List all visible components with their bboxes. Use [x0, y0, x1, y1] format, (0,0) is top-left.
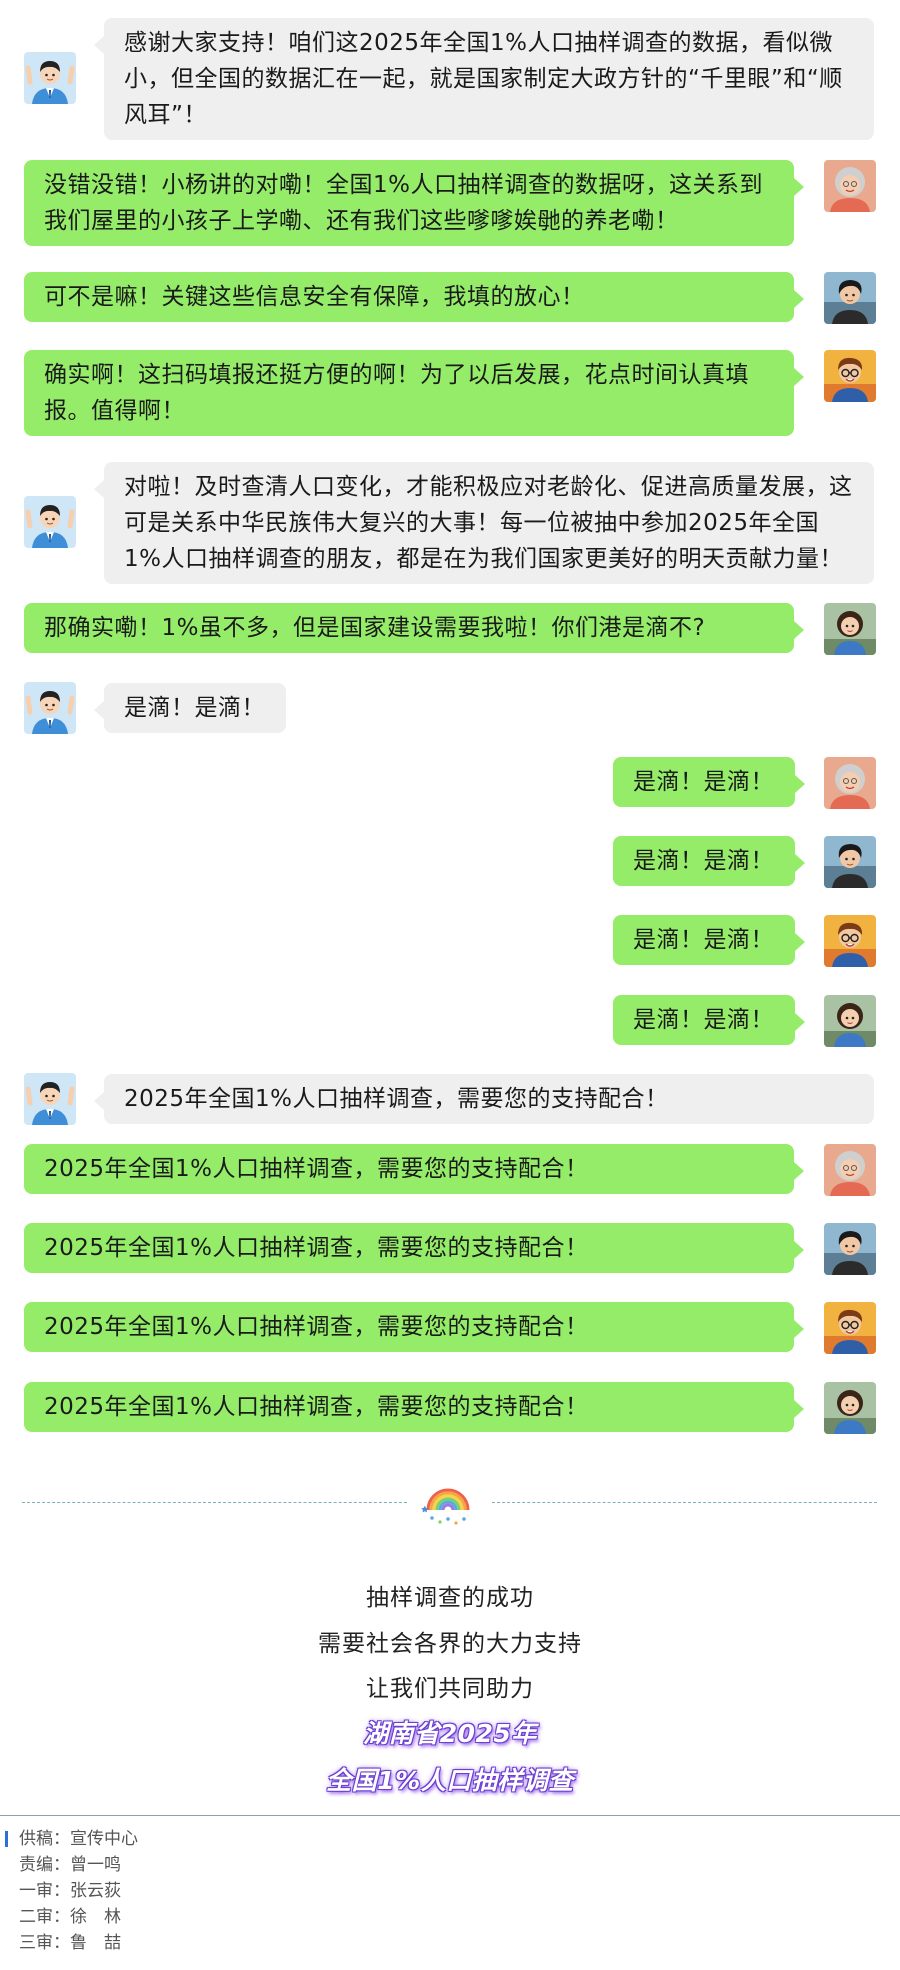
credit-value: 曾一鸣: [70, 1855, 121, 1875]
closing-line-2: 需要社会各界的大力支持: [318, 1631, 582, 1657]
message-bubble[interactable]: 确实啊！这扫码填报还挺方便的啊！为了以后发展，花点时间认真填报。值得啊！: [24, 350, 804, 436]
credit-label: 供稿：: [19, 1829, 70, 1849]
young-man-avatar-icon[interactable]: [824, 1223, 876, 1275]
message-bubble[interactable]: 可不是嘛！关键这些信息安全有保障，我填的放心！: [24, 272, 804, 322]
message-bubble[interactable]: 是滴！是滴！: [613, 915, 805, 965]
young-woman-avatar-icon[interactable]: [824, 995, 876, 1047]
message-bubble[interactable]: 感谢大家支持！咱们这2025年全国1%人口抽样调查的数据，看似微小，但全国的数据…: [94, 18, 874, 140]
divider-left: [22, 1502, 407, 1503]
credit-line-review-3: 三审：鲁 喆: [6, 1930, 406, 1956]
credit-line-source: 供稿：宣传中心: [6, 1826, 406, 1852]
message-bubble[interactable]: 2025年全国1%人口抽样调查，需要您的支持配合！: [24, 1223, 804, 1273]
official-avatar-icon[interactable]: [24, 1073, 76, 1125]
young-man-avatar-icon[interactable]: [824, 272, 876, 324]
young-man-avatar-icon[interactable]: [824, 836, 876, 888]
official-avatar-icon[interactable]: [24, 52, 76, 104]
message-bubble[interactable]: 对啦！及时查清人口变化，才能积极应对老龄化、促进高质量发展，这可是关系中华民族伟…: [94, 462, 874, 584]
message-bubble[interactable]: 2025年全国1%人口抽样调查，需要您的支持配合！: [94, 1074, 874, 1124]
glasses-man-avatar-icon[interactable]: [824, 350, 876, 402]
closing-line-3: 让我们共同助力: [366, 1676, 534, 1702]
grandma-avatar-icon[interactable]: [824, 160, 876, 212]
divider-right: [492, 1502, 877, 1503]
credit-value: 张云荻: [70, 1881, 121, 1901]
credits-block: 供稿：宣传中心 责编：曾一鸣 一审：张云荻 二审：徐 林 三审：鲁 喆: [6, 1826, 406, 1956]
message-bubble[interactable]: 是滴！是滴！: [94, 683, 286, 733]
young-woman-avatar-icon[interactable]: [824, 1382, 876, 1434]
credit-label: 一审：: [19, 1881, 70, 1901]
footer-divider: [0, 1815, 900, 1816]
closing-highlight-1: 湖南省2025年: [363, 1719, 537, 1748]
message-bubble[interactable]: 2025年全国1%人口抽样调查，需要您的支持配合！: [24, 1144, 804, 1194]
young-woman-avatar-icon[interactable]: [824, 603, 876, 655]
official-avatar-icon[interactable]: [24, 682, 76, 734]
message-bubble[interactable]: 是滴！是滴！: [613, 995, 805, 1045]
message-bubble[interactable]: 是滴！是滴！: [613, 757, 805, 807]
credit-value: 宣传中心: [70, 1829, 138, 1849]
rainbow-icon: [421, 1488, 470, 1525]
grandma-avatar-icon[interactable]: [824, 1144, 876, 1196]
credit-line-review-2: 二审：徐 林: [6, 1904, 406, 1930]
credit-line-review-1: 一审：张云荻: [6, 1878, 406, 1904]
message-bubble[interactable]: 2025年全国1%人口抽样调查，需要您的支持配合！: [24, 1382, 804, 1432]
credit-line-editor: 责编：曾一鸣: [6, 1852, 406, 1878]
message-bubble[interactable]: 那确实嘞！1%虽不多，但是国家建设需要我啦！你们港是滴不?: [24, 603, 804, 653]
glasses-man-avatar-icon[interactable]: [824, 915, 876, 967]
message-bubble[interactable]: 是滴！是滴！: [613, 836, 805, 886]
message-bubble[interactable]: 没错没错！小杨讲的对嘞！全国1%人口抽样调查的数据呀，这关系到我们屋里的小孩子上…: [24, 160, 804, 246]
credit-label: 责编：: [19, 1855, 70, 1875]
credit-label: 三审：: [19, 1933, 70, 1953]
closing-highlight-2: 全国1%人口抽样调查: [326, 1766, 574, 1795]
credit-value: 徐 林: [70, 1907, 121, 1927]
glasses-man-avatar-icon[interactable]: [824, 1302, 876, 1354]
credit-value: 鲁 喆: [70, 1933, 121, 1953]
credit-label: 二审：: [19, 1907, 70, 1927]
message-bubble[interactable]: 2025年全国1%人口抽样调查，需要您的支持配合！: [24, 1302, 804, 1352]
grandma-avatar-icon[interactable]: [824, 757, 876, 809]
official-avatar-icon[interactable]: [24, 496, 76, 548]
closing-line-1: 抽样调查的成功: [366, 1585, 534, 1611]
